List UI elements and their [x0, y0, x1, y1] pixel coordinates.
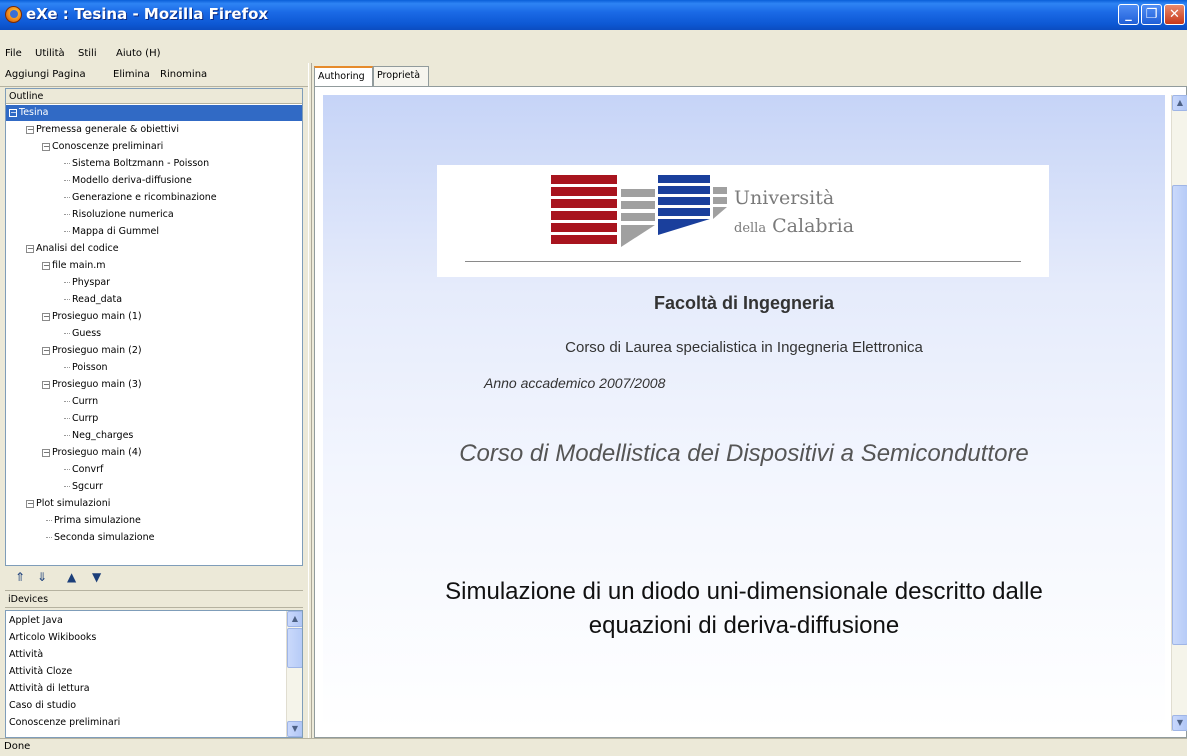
tree-item[interactable]: − Conoscenze preliminari: [42, 139, 163, 155]
scroll-thumb[interactable]: [287, 628, 302, 668]
outline-move-controls: ⇑ ⇓ ▲ ▼: [15, 570, 135, 586]
scroll-down-icon[interactable]: ▼: [1172, 715, 1187, 731]
demote-icon[interactable]: ⇓: [37, 570, 47, 584]
thesis-title: Simulazione di un diodo uni-dimensionale…: [323, 575, 1165, 643]
firefox-icon: [5, 6, 22, 23]
tree-item[interactable]: Seconda simulazione: [46, 530, 154, 546]
tree-item[interactable]: Physpar: [64, 275, 110, 291]
logo-divider: [465, 261, 1021, 262]
idevice-item[interactable]: Caso di studio: [9, 697, 76, 714]
tree-item[interactable]: − file main.m: [42, 258, 106, 274]
tree-item[interactable]: − Prosieguo main (4): [42, 445, 142, 461]
tree-item[interactable]: − Prosieguo main (3): [42, 377, 142, 393]
idevices-list: Applet Java Articolo Wikibooks Attività …: [5, 610, 303, 738]
close-button[interactable]: ✕: [1164, 4, 1185, 25]
tree-item[interactable]: Mappa di Gummel: [64, 224, 159, 240]
tree-item[interactable]: Risoluzione numerica: [64, 207, 174, 223]
status-bar: Done: [0, 738, 1187, 756]
scroll-down-icon[interactable]: ▼: [287, 721, 302, 737]
tree-item[interactable]: − Prosieguo main (2): [42, 343, 142, 359]
menu-styles[interactable]: Stili: [78, 48, 97, 59]
thesis-title-line1: Simulazione di un diodo uni-dimensionale…: [445, 578, 1043, 605]
collapse-icon[interactable]: −: [42, 312, 50, 321]
idevice-item[interactable]: Attività: [9, 646, 43, 663]
collapse-icon[interactable]: −: [42, 448, 50, 457]
window-title: eXe : Tesina - Mozilla Firefox: [26, 5, 269, 23]
panel-splitter[interactable]: [308, 63, 312, 738]
outline-toolbar: Aggiungi Pagina Elimina Rinomina: [0, 63, 311, 87]
add-page-button[interactable]: Aggiungi Pagina: [5, 69, 86, 80]
menu-help[interactable]: Aiuto (H): [116, 48, 161, 59]
idevices-header: iDevices: [5, 590, 303, 608]
tab-authoring[interactable]: Authoring: [314, 66, 373, 87]
menu-utility[interactable]: Utilità: [35, 48, 65, 59]
promote-icon[interactable]: ⇑: [15, 570, 25, 584]
rename-button[interactable]: Rinomina: [160, 69, 207, 80]
academic-year: Anno accademico 2007/2008: [484, 375, 666, 391]
menu-bar: File Utilità Stili Aiuto (H): [0, 30, 1187, 63]
scroll-up-icon[interactable]: ▲: [1172, 95, 1187, 111]
maximize-button[interactable]: ❐: [1141, 4, 1162, 25]
collapse-icon[interactable]: −: [42, 346, 50, 355]
collapse-icon[interactable]: −: [26, 125, 34, 134]
tree-item[interactable]: Read_data: [64, 292, 122, 308]
window-titlebar: eXe : Tesina - Mozilla Firefox _ ❐ ✕: [0, 0, 1187, 30]
tree-item[interactable]: Sistema Boltzmann - Poisson: [64, 156, 209, 172]
tree-item[interactable]: − Premessa generale & obiettivi: [26, 122, 179, 138]
tree-item[interactable]: Convrf: [64, 462, 103, 478]
authoring-frame: Università della Calabria Facoltà di Ing…: [314, 86, 1187, 738]
move-down-icon[interactable]: ▼: [92, 570, 101, 584]
collapse-icon[interactable]: −: [42, 261, 50, 270]
collapse-icon[interactable]: −: [42, 380, 50, 389]
idevice-item[interactable]: Applet Java: [9, 612, 63, 629]
degree-course: Corso di Laurea specialistica in Ingegne…: [565, 339, 923, 356]
content-scrollbar[interactable]: ▲ ▼: [1171, 95, 1187, 731]
tree-item[interactable]: − Prosieguo main (1): [42, 309, 142, 325]
content-page: Università della Calabria Facoltà di Ing…: [323, 95, 1165, 731]
tree-item[interactable]: Currp: [64, 411, 98, 427]
logo-text-universita: Università: [734, 187, 835, 209]
tree-item[interactable]: Sgcurr: [64, 479, 103, 495]
collapse-icon[interactable]: −: [42, 142, 50, 151]
tree-item[interactable]: − Analisi del codice: [26, 241, 119, 257]
unical-logo-graphic: [551, 175, 727, 247]
tree-item[interactable]: − Plot simulazioni: [26, 496, 110, 512]
course-title: Corso di Modellistica dei Dispositivi a …: [459, 440, 1029, 467]
idevices-scrollbar[interactable]: ▲ ▼: [286, 611, 302, 737]
move-up-icon[interactable]: ▲: [67, 570, 76, 584]
restore-icon: ❐: [1145, 7, 1158, 22]
menu-file[interactable]: File: [5, 48, 22, 59]
delete-button[interactable]: Elimina: [113, 69, 150, 80]
tree-item[interactable]: Modello deriva-diffusione: [64, 173, 192, 189]
tab-properties[interactable]: Proprietà: [373, 66, 429, 86]
outline-header: Outline: [6, 89, 302, 104]
tree-item[interactable]: Poisson: [64, 360, 108, 376]
tree-item[interactable]: Neg_charges: [64, 428, 133, 444]
tree-item-tesina[interactable]: − Tesina: [6, 105, 302, 121]
scroll-thumb[interactable]: [1172, 185, 1187, 645]
tree-item[interactable]: Generazione e ricombinazione: [64, 190, 217, 206]
collapse-icon[interactable]: −: [26, 244, 34, 253]
tree-item[interactable]: Currn: [64, 394, 98, 410]
idevice-item[interactable]: Attività di lettura: [9, 680, 90, 697]
scroll-up-icon[interactable]: ▲: [287, 611, 302, 627]
collapse-icon[interactable]: −: [9, 108, 17, 117]
outline-panel: Outline − Tesina − Premessa generale & obi…: [5, 88, 303, 566]
minimize-button[interactable]: _: [1118, 4, 1139, 25]
university-logo: Università della Calabria: [437, 165, 1049, 277]
idevice-item[interactable]: Articolo Wikibooks: [9, 629, 96, 646]
thesis-title-line2: equazioni di deriva-diffusione: [588, 612, 900, 639]
idevice-item[interactable]: Attività Cloze: [9, 663, 72, 680]
minimize-icon: _: [1125, 7, 1132, 22]
idevice-item[interactable]: Conoscenze preliminari: [9, 714, 120, 731]
close-icon: ✕: [1169, 7, 1180, 22]
collapse-icon[interactable]: −: [26, 499, 34, 508]
faculty-heading: Facoltà di Ingegneria: [653, 293, 835, 313]
tree-item[interactable]: Prima simulazione: [46, 513, 141, 529]
logo-text-della-calabria: della Calabria: [734, 215, 855, 237]
tree-item[interactable]: Guess: [64, 326, 101, 342]
